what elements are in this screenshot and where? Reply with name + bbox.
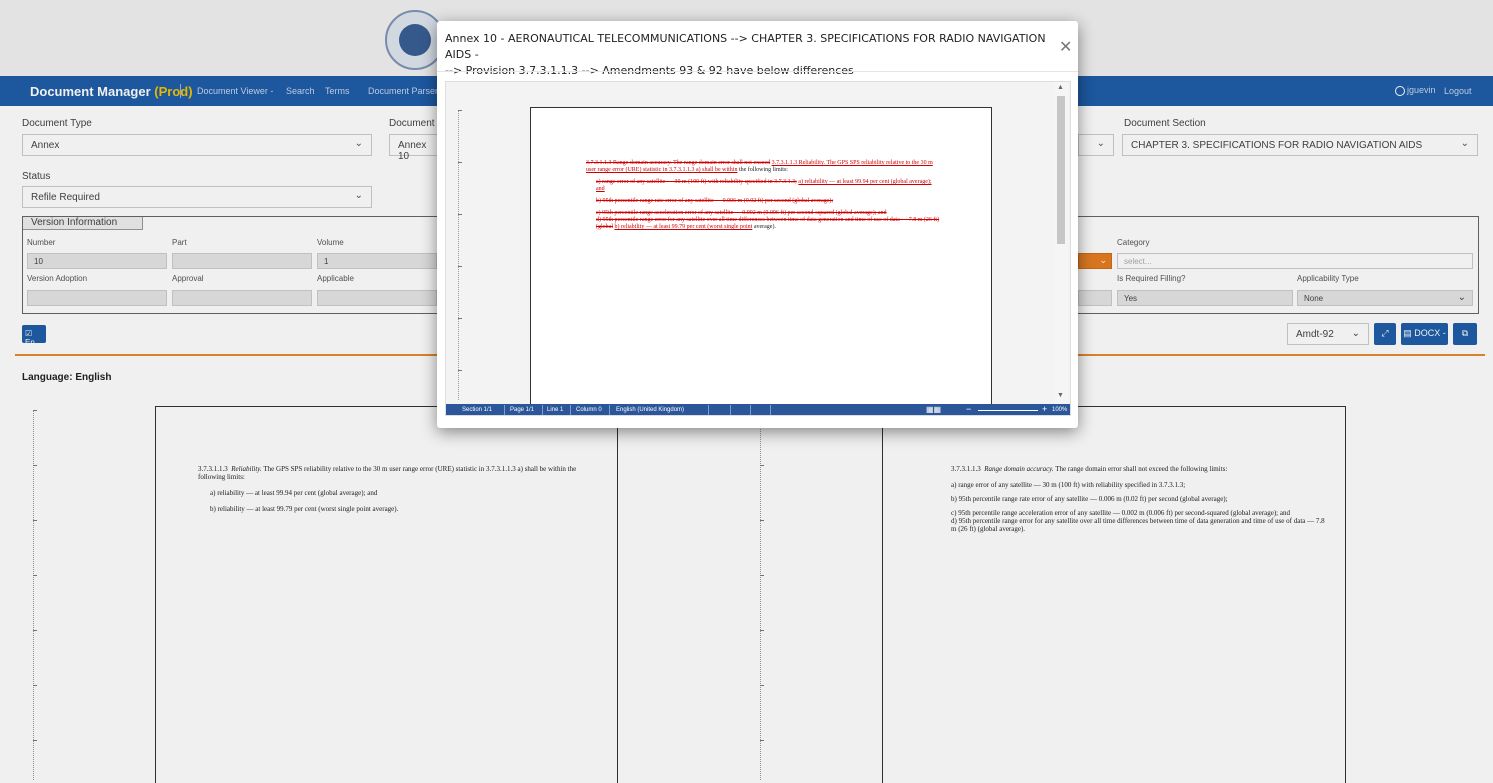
diff-viewer: 3.7.3.1.1.3 Range domain accuracy. The r… bbox=[445, 81, 1071, 416]
status-line: Line 1 bbox=[547, 407, 564, 413]
scroll-down-icon[interactable]: ▼ bbox=[1057, 392, 1064, 399]
status-column: Column 0 bbox=[576, 407, 602, 413]
status-section: Section 1/1 bbox=[462, 407, 493, 413]
layout-view-icon[interactable]: ▦▦ bbox=[926, 405, 941, 414]
zoom-out-icon[interactable]: − bbox=[966, 404, 971, 414]
viewer-ruler bbox=[458, 110, 464, 400]
diff-page: 3.7.3.1.1.3 Range domain accuracy. The r… bbox=[530, 107, 992, 415]
diff-text: 3.7.3.1.1.3 Range domain accuracy. The r… bbox=[586, 160, 940, 230]
status-page: Page 1/1 bbox=[510, 407, 535, 413]
word-status-bar: Section 1/1 Page 1/1 Line 1 Column 0 Eng… bbox=[446, 404, 1070, 415]
diff-modal: Annex 10 - AERONAUTICAL TELECOMMUNICATIO… bbox=[437, 21, 1078, 428]
status-language: English (United Kingdom) bbox=[616, 407, 685, 413]
viewer-scrollbar[interactable]: ▲ ▼ bbox=[1054, 82, 1068, 404]
modal-divider bbox=[437, 71, 1078, 72]
zoom-in-icon[interactable]: + bbox=[1042, 404, 1047, 414]
close-icon[interactable]: ✕ bbox=[1059, 37, 1072, 56]
scrollbar-thumb[interactable] bbox=[1057, 96, 1065, 244]
scroll-up-icon[interactable]: ▲ bbox=[1057, 84, 1064, 91]
status-zoom: 100% bbox=[1052, 407, 1068, 413]
zoom-slider[interactable] bbox=[978, 410, 1038, 411]
